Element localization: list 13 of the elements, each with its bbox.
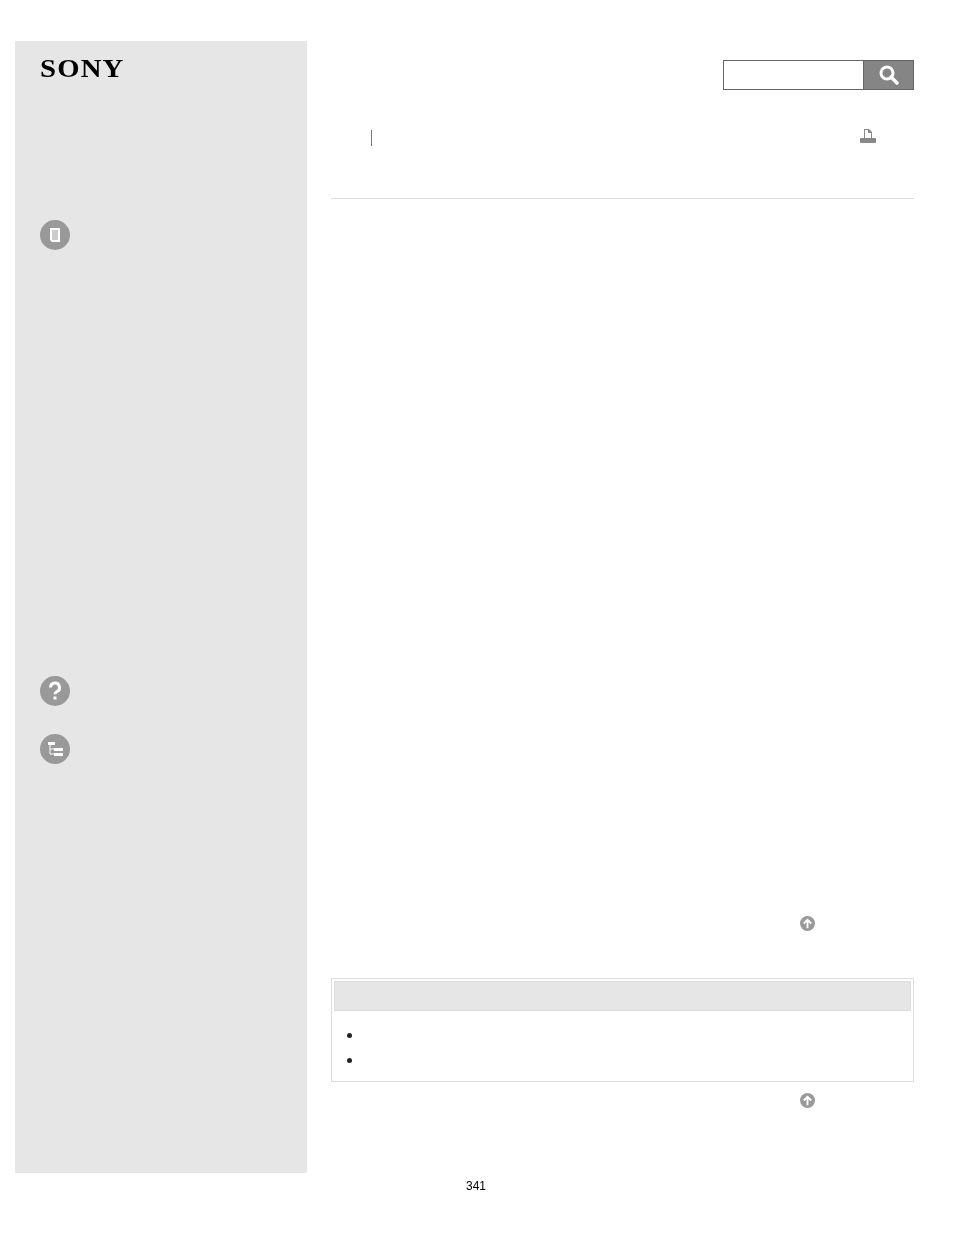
- print-icon[interactable]: [860, 129, 876, 143]
- back-to-top-icon[interactable]: [800, 1093, 815, 1108]
- help-icon[interactable]: [40, 676, 70, 706]
- back-to-top-icon[interactable]: [800, 916, 815, 931]
- page-number: 341: [466, 1179, 487, 1193]
- search-field[interactable]: [723, 60, 863, 90]
- bullet-icon: [347, 1058, 352, 1063]
- brand-logo[interactable]: SONY: [40, 56, 125, 82]
- bullet-icon: [347, 1033, 352, 1038]
- tree-icon[interactable]: [40, 734, 70, 764]
- search-button[interactable]: [863, 60, 914, 90]
- search-icon: [877, 64, 900, 86]
- book-icon[interactable]: [40, 220, 70, 250]
